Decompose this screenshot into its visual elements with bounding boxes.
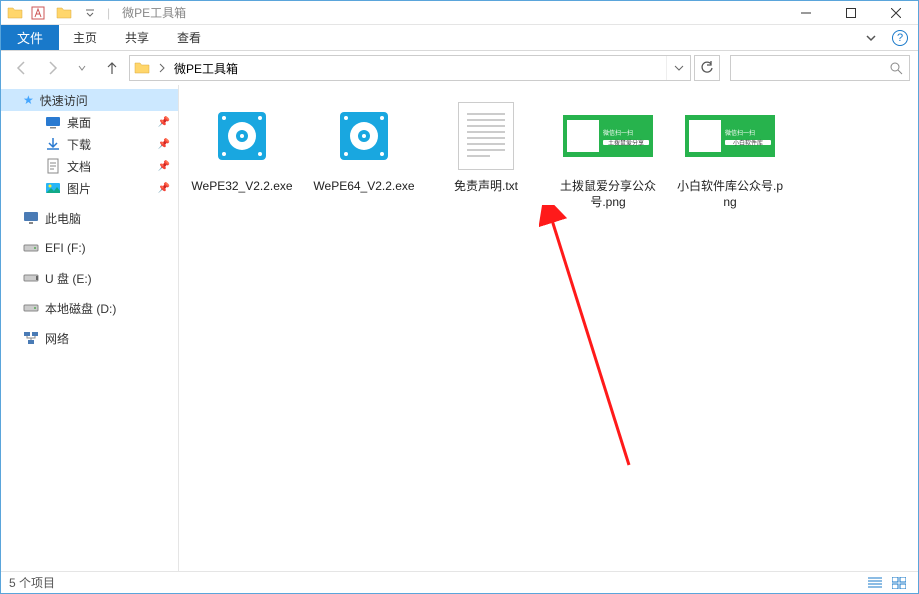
- sidebar-item-label: 图片: [67, 180, 91, 197]
- network-icon: [23, 330, 39, 346]
- close-button[interactable]: [873, 1, 918, 25]
- file-item[interactable]: WePE64_V2.2.exe: [309, 97, 419, 195]
- exe-icon: [316, 97, 412, 175]
- maximize-button[interactable]: [828, 1, 873, 25]
- minimize-button[interactable]: [783, 1, 828, 25]
- png-thumbnail: 微信扫一扫 土拨鼠爱分享: [560, 97, 656, 175]
- sidebar-drive-local[interactable]: 本地磁盘 (D:): [1, 297, 178, 319]
- file-name: WePE32_V2.2.exe: [191, 179, 292, 195]
- address-history-dropdown[interactable]: [666, 56, 690, 80]
- sidebar-item-pictures[interactable]: 图片 📌: [1, 177, 178, 199]
- nav-bar: 微PE工具箱: [1, 51, 918, 85]
- pin-icon: 📌: [158, 183, 170, 194]
- sidebar-drive-usb[interactable]: U 盘 (E:): [1, 267, 178, 289]
- file-name: 小白软件库公众号.png: [675, 179, 785, 210]
- documents-icon: [45, 158, 61, 174]
- folder-icon: [7, 5, 23, 21]
- png-thumbnail: 微信扫一扫 小白软件库: [682, 97, 778, 175]
- address-bar[interactable]: 微PE工具箱: [129, 55, 691, 81]
- sidebar-item-label: 文档: [67, 158, 91, 175]
- usb-drive-icon: [23, 270, 39, 286]
- sidebar-this-pc[interactable]: 此电脑: [1, 207, 178, 229]
- sidebar-item-label: 本地磁盘 (D:): [45, 300, 116, 317]
- nav-up-button[interactable]: [99, 55, 125, 81]
- desktop-icon: [45, 114, 61, 130]
- drive-icon: [23, 300, 39, 316]
- address-folder-icon: [130, 60, 154, 76]
- sidebar-label: 快速访问: [40, 92, 88, 109]
- exe-icon: [194, 97, 290, 175]
- nav-back-button[interactable]: [9, 55, 35, 81]
- ribbon-expand-icon[interactable]: [866, 33, 876, 43]
- ribbon-file-tab[interactable]: 文件: [1, 25, 59, 50]
- status-bar: 5 个项目: [1, 571, 918, 593]
- sidebar-item-downloads[interactable]: 下载 📌: [1, 133, 178, 155]
- sidebar-item-label: 下载: [67, 136, 91, 153]
- pin-icon: 📌: [158, 139, 170, 150]
- file-name: 土拨鼠爱分享公众号.png: [553, 179, 663, 210]
- ribbon-tab-home[interactable]: 主页: [59, 25, 111, 50]
- pictures-icon: [45, 180, 61, 196]
- search-input[interactable]: [730, 55, 910, 81]
- qat-dropdown-icon[interactable]: [79, 2, 101, 24]
- sidebar-quick-access[interactable]: ★ 快速访问: [1, 89, 178, 111]
- download-icon: [45, 136, 61, 152]
- refresh-button[interactable]: [694, 55, 720, 81]
- file-item[interactable]: 微信扫一扫 土拨鼠爱分享 土拨鼠爱分享公众号.png: [553, 97, 663, 210]
- address-segment[interactable]: 微PE工具箱: [170, 60, 242, 77]
- window-title: 微PE工具箱: [122, 4, 186, 21]
- titlebar-separator: |: [107, 6, 110, 20]
- sidebar-item-label: EFI (F:): [45, 241, 86, 255]
- file-item[interactable]: WePE32_V2.2.exe: [187, 97, 297, 195]
- sidebar-item-documents[interactable]: 文档 📌: [1, 155, 178, 177]
- title-bar: | 微PE工具箱: [1, 1, 918, 25]
- star-icon: ★: [23, 93, 34, 107]
- status-item-count: 5 个项目: [9, 574, 55, 591]
- navigation-pane: ★ 快速访问 桌面 📌 下载 📌 文档 📌 图片 📌 此电脑: [1, 85, 179, 571]
- file-item[interactable]: 微信扫一扫 小白软件库 小白软件库公众号.png: [675, 97, 785, 210]
- file-list-pane[interactable]: WePE32_V2.2.exe WePE64_V2.2.exe 免责声明.txt…: [179, 85, 918, 571]
- nav-recent-dropdown[interactable]: [69, 55, 95, 81]
- pc-icon: [23, 210, 39, 226]
- view-details-button[interactable]: [864, 574, 886, 592]
- file-name: WePE64_V2.2.exe: [313, 179, 414, 195]
- file-name: 免责声明.txt: [454, 179, 518, 195]
- drive-icon: [23, 240, 39, 256]
- nav-forward-button[interactable]: [39, 55, 65, 81]
- address-chevron-icon[interactable]: [154, 63, 170, 73]
- annotation-arrow: [539, 205, 659, 485]
- ribbon-tab-share[interactable]: 共享: [111, 25, 163, 50]
- pin-icon: 📌: [158, 161, 170, 172]
- view-icons-button[interactable]: [888, 574, 910, 592]
- sidebar-item-label: 桌面: [67, 114, 91, 131]
- sidebar-item-label: 网络: [45, 330, 69, 347]
- pin-icon: 📌: [158, 117, 170, 128]
- sidebar-item-label: 此电脑: [45, 210, 81, 227]
- ribbon: 文件 主页 共享 查看 ?: [1, 25, 918, 51]
- sidebar-drive-efi[interactable]: EFI (F:): [1, 237, 178, 259]
- file-item[interactable]: 免责声明.txt: [431, 97, 541, 195]
- qat-newfolder-icon[interactable]: [53, 2, 75, 24]
- qat-properties-icon[interactable]: [27, 2, 49, 24]
- sidebar-item-desktop[interactable]: 桌面 📌: [1, 111, 178, 133]
- ribbon-tab-view[interactable]: 查看: [163, 25, 215, 50]
- search-icon: [889, 61, 903, 75]
- sidebar-item-label: U 盘 (E:): [45, 270, 92, 287]
- sidebar-network[interactable]: 网络: [1, 327, 178, 349]
- help-icon[interactable]: ?: [892, 30, 908, 46]
- txt-icon: [438, 97, 534, 175]
